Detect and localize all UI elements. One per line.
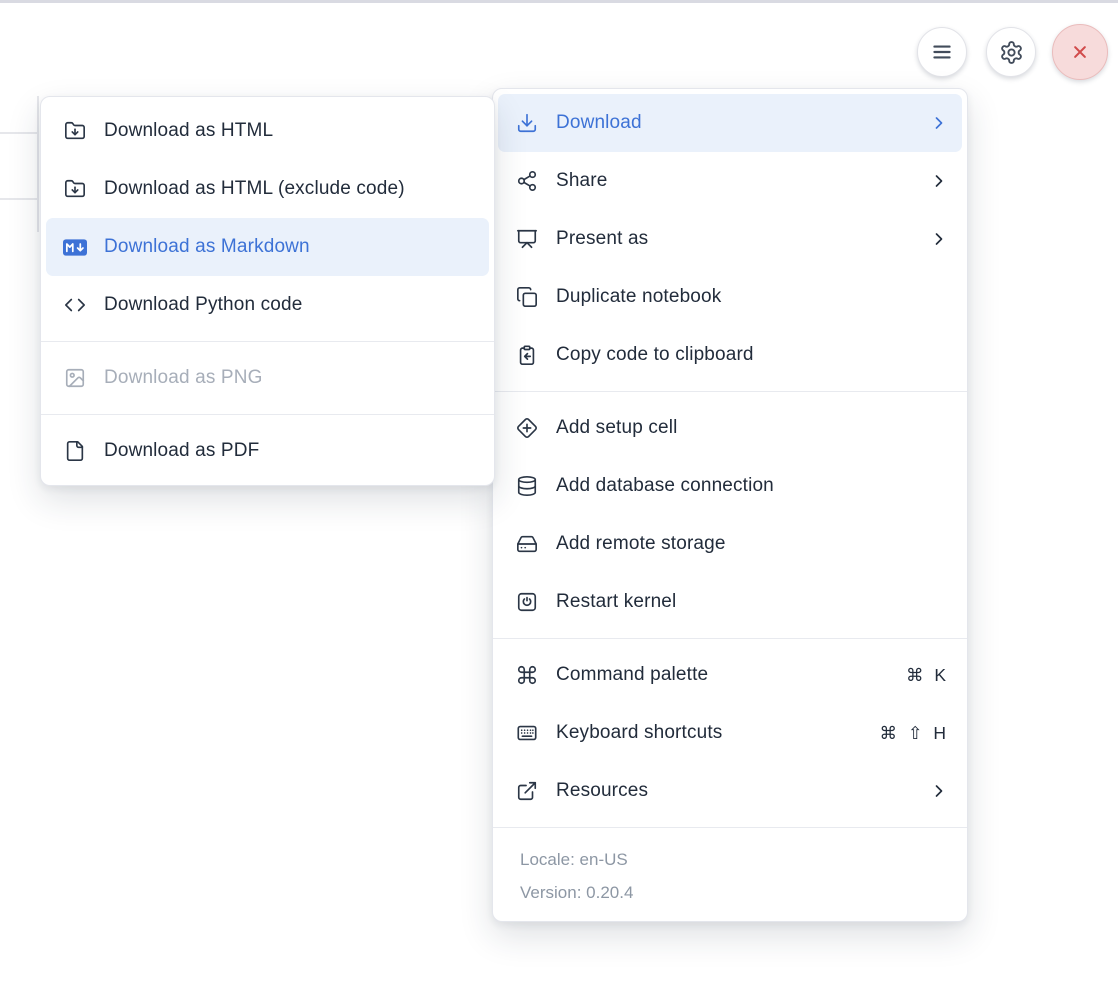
menu-item-restart-kernel[interactable]: Restart kernel xyxy=(498,573,962,631)
close-x-icon xyxy=(1067,39,1093,65)
notebook-menu-button[interactable] xyxy=(917,27,967,77)
menu-item-label: Download xyxy=(556,112,929,134)
menu-item-label: Download as PDF xyxy=(104,440,476,462)
menu-item-label: Keyboard shortcuts xyxy=(556,722,879,744)
keyboard-icon xyxy=(515,721,539,745)
close-app-button[interactable] xyxy=(1052,24,1108,80)
download-icon xyxy=(515,111,539,135)
settings-gear-icon xyxy=(999,40,1024,65)
menu-item-download-as-png[interactable]: Download as PNG xyxy=(46,349,489,407)
copy-pages-icon xyxy=(515,285,539,309)
database-icon xyxy=(515,474,539,498)
menu-item-label: Add remote storage xyxy=(556,533,949,555)
download-submenu: Download as HTML Download as HTML (exclu… xyxy=(40,96,495,486)
menu-divider xyxy=(493,827,967,828)
menu-divider xyxy=(41,414,494,415)
menu-item-download[interactable]: Download xyxy=(498,94,962,152)
menu-item-label: Download as HTML xyxy=(104,120,476,142)
menu-item-label: Download Python code xyxy=(104,294,476,316)
menu-item-add-database-connection[interactable]: Add database connection xyxy=(498,457,962,515)
power-square-icon xyxy=(515,590,539,614)
menu-item-download-as-html[interactable]: Download as HTML xyxy=(46,102,489,160)
folder-down-icon xyxy=(63,177,87,201)
menu-item-resources[interactable]: Resources xyxy=(498,762,962,820)
menu-item-label: Download as Markdown xyxy=(104,236,476,258)
menu-divider xyxy=(41,341,494,342)
locale-text: Locale: en-US xyxy=(520,843,962,876)
share-icon xyxy=(515,169,539,193)
menu-item-label: Share xyxy=(556,170,929,192)
version-text: Version: 0.20.4 xyxy=(520,876,962,909)
background-cell-border xyxy=(0,132,38,134)
menu-item-download-as-markdown[interactable]: Download as Markdown xyxy=(46,218,489,276)
menu-item-share[interactable]: Share xyxy=(498,152,962,210)
settings-button[interactable] xyxy=(986,27,1036,77)
chevron-right-icon xyxy=(929,113,949,133)
hard-drive-icon xyxy=(515,532,539,556)
menu-item-keyboard-shortcuts[interactable]: Keyboard shortcuts ⌘ ⇧ H xyxy=(498,704,962,762)
background-cell-border xyxy=(0,198,38,200)
menu-item-label: Add database connection xyxy=(556,475,949,497)
menu-divider xyxy=(493,391,967,392)
file-icon xyxy=(63,439,87,463)
menu-item-label: Present as xyxy=(556,228,929,250)
keyboard-shortcut-hint: ⌘ ⇧ H xyxy=(879,723,949,744)
external-link-icon xyxy=(515,779,539,803)
code-icon xyxy=(63,293,87,317)
menu-footer: Locale: en-US Version: 0.20.4 xyxy=(498,835,962,916)
menu-item-copy-code-to-clipboard[interactable]: Copy code to clipboard xyxy=(498,326,962,384)
chevron-right-icon xyxy=(929,781,949,801)
menu-item-add-setup-cell[interactable]: Add setup cell xyxy=(498,399,962,457)
menu-item-download-python-code[interactable]: Download Python code xyxy=(46,276,489,334)
folder-down-icon xyxy=(63,119,87,143)
diamond-plus-icon xyxy=(515,416,539,440)
chevron-right-icon xyxy=(929,171,949,191)
presentation-icon xyxy=(515,227,539,251)
keyboard-shortcut-hint: ⌘ K xyxy=(906,665,949,686)
menu-item-duplicate-notebook[interactable]: Duplicate notebook xyxy=(498,268,962,326)
markdown-badge-icon xyxy=(63,235,87,259)
menu-item-command-palette[interactable]: Command palette ⌘ K xyxy=(498,646,962,704)
menu-item-label: Command palette xyxy=(556,664,906,686)
command-key-icon xyxy=(515,663,539,687)
menu-item-label: Add setup cell xyxy=(556,417,949,439)
menu-item-download-as-pdf[interactable]: Download as PDF xyxy=(46,422,489,480)
menu-item-label: Resources xyxy=(556,780,929,802)
menu-item-label: Restart kernel xyxy=(556,591,949,613)
menu-item-add-remote-storage[interactable]: Add remote storage xyxy=(498,515,962,573)
image-icon xyxy=(63,366,87,390)
background-cell-border xyxy=(37,96,39,232)
notebook-actions-menu: Download Share Present as Duplicate note… xyxy=(492,88,968,922)
menu-item-download-as-html-exclude-code[interactable]: Download as HTML (exclude code) xyxy=(46,160,489,218)
menu-icon xyxy=(929,39,955,65)
menu-item-present-as[interactable]: Present as xyxy=(498,210,962,268)
page-top-border xyxy=(0,0,1118,3)
menu-item-label: Duplicate notebook xyxy=(556,286,949,308)
menu-item-label: Download as PNG xyxy=(104,367,476,389)
menu-divider xyxy=(493,638,967,639)
menu-item-label: Copy code to clipboard xyxy=(556,344,949,366)
clipboard-copy-icon xyxy=(515,343,539,367)
menu-item-label: Download as HTML (exclude code) xyxy=(104,178,476,200)
chevron-right-icon xyxy=(929,229,949,249)
